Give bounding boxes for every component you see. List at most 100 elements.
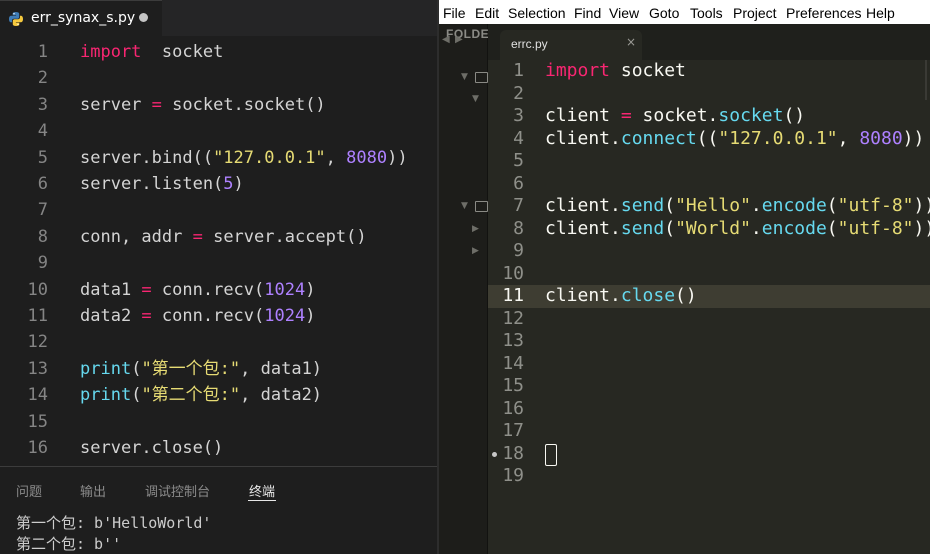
active-tab-underline (248, 500, 276, 501)
sublime-editor-tab[interactable]: errc.py × (500, 30, 642, 60)
code-line[interactable]: 11 client.close() (488, 285, 930, 308)
vscode-code-editor[interactable]: 1 import socket 2 3 server = socket.socket()… (0, 36, 437, 466)
line-number: 13 (27, 358, 48, 379)
code-line[interactable]: 1 import socket (0, 39, 437, 65)
code-line[interactable]: 12 (488, 308, 930, 331)
expand-triangle-icon[interactable]: ▼ (461, 201, 468, 211)
code-line[interactable]: 6 (488, 173, 930, 196)
panel-tab-terminal[interactable]: 终端 (249, 481, 275, 500)
code-line[interactable]: 16 server.close() (0, 435, 437, 461)
code-token: )) (913, 217, 930, 239)
vscode-tab-bar: err_synax_s.py (0, 0, 437, 36)
nav-right-icon[interactable]: ▶ (455, 34, 463, 45)
sublime-tab-filename: errc.py (511, 37, 548, 51)
menu-project[interactable]: Project (733, 5, 777, 21)
terminal-output-line: 第二个包: b'' (16, 535, 122, 553)
menu-selection[interactable]: Selection (508, 5, 566, 21)
code-line[interactable]: 15 (0, 409, 437, 435)
line-number: 12 (502, 307, 524, 329)
code-token: import (545, 60, 611, 81)
code-line[interactable]: 1 import socket (488, 60, 930, 83)
code-line[interactable]: 7 (0, 197, 437, 223)
expand-triangle-icon[interactable]: ▼ (472, 94, 479, 104)
code-token: client (545, 105, 621, 126)
code-token: 1024 (264, 306, 306, 326)
code-line[interactable]: 10 data1 = conn.recv(1024) (0, 277, 437, 303)
menu-file[interactable]: File (443, 5, 466, 21)
code-line[interactable]: 11 data2 = conn.recv(1024) (0, 303, 437, 329)
code-token: )) (913, 195, 930, 216)
code-text: print("第二个包:", data2) (80, 382, 322, 408)
code-line[interactable]: 5 server.bind(("127.0.0.1", 8080)) (0, 145, 437, 171)
code-line[interactable]: 4 (0, 118, 437, 144)
code-line[interactable]: 3 server = socket.socket() (0, 92, 437, 118)
code-line[interactable]: 17 (488, 420, 930, 443)
vscode-editor-tab[interactable]: err_synax_s.py (0, 0, 162, 36)
code-token: ( (826, 217, 838, 239)
code-line[interactable]: 4 client.connect(("127.0.0.1", 8080)) (488, 128, 930, 151)
code-token: "第二个包:" (141, 385, 241, 406)
code-line[interactable]: 6 server.listen(5) (0, 171, 437, 197)
code-line[interactable]: 8 conn, addr = server.accept() (0, 224, 437, 250)
menu-find[interactable]: Find (574, 5, 601, 21)
vscode-window: err_synax_s.py 1 import socket 2 3 server = … (0, 0, 437, 554)
code-line[interactable]: 9 (488, 240, 930, 263)
line-number: 3 (513, 105, 524, 126)
code-text: data1 = conn.recv(1024) (80, 277, 315, 303)
menu-tools[interactable]: Tools (690, 5, 723, 21)
line-number: 17 (502, 420, 524, 441)
nav-left-icon[interactable]: ◀ (442, 34, 450, 45)
menu-bar: File Edit Selection Find View Goto Tools… (439, 0, 930, 24)
code-text: server.listen(5) (80, 171, 244, 197)
code-token: = (141, 279, 152, 300)
line-number: 15 (27, 411, 48, 432)
menu-view[interactable]: View (609, 5, 639, 21)
folder-icon[interactable] (475, 201, 488, 212)
panel-tab-debug-console[interactable]: 调试控制台 (145, 481, 210, 500)
panel-tab-problems[interactable]: 问题 (16, 481, 42, 500)
code-token: ( (826, 195, 838, 216)
code-line[interactable]: 13 print("第一个包:", data1) (0, 356, 437, 382)
code-line[interactable]: 8client.send("World".encode("utf-8")) (488, 218, 930, 241)
code-token: = (151, 94, 162, 115)
menu-help[interactable]: Help (866, 5, 895, 21)
code-token: . (750, 195, 762, 216)
code-token: , (837, 127, 860, 149)
code-line[interactable]: 3 client = socket.socket() (488, 105, 930, 128)
unsaved-dot-icon[interactable] (139, 13, 148, 22)
line-number: 1 (37, 42, 48, 62)
close-icon[interactable]: × (626, 35, 636, 49)
menu-edit[interactable]: Edit (475, 5, 499, 21)
minimap-scroll-indicator[interactable] (925, 60, 927, 100)
sublime-code-editor[interactable]: 1 import socket 2 3 client = socket.socket()… (488, 60, 930, 554)
sublime-window: File Edit Selection Find View Goto Tools… (439, 0, 930, 554)
menu-goto[interactable]: Goto (649, 5, 679, 21)
code-line[interactable]: 15 (488, 375, 930, 398)
code-token: encode (761, 217, 827, 239)
collapse-triangle-icon[interactable]: ▶ (472, 246, 479, 256)
code-line[interactable]: 19 (488, 465, 930, 488)
code-line[interactable]: 12 (0, 329, 437, 355)
code-line[interactable]: 10 (488, 263, 930, 286)
folder-icon[interactable] (475, 72, 488, 83)
code-token: client. (545, 285, 621, 306)
code-line[interactable]: 2 (0, 65, 437, 91)
code-line[interactable]: 16 (488, 398, 930, 421)
code-line[interactable]: 5 (488, 150, 930, 173)
code-line[interactable]: 14 (488, 353, 930, 376)
code-token: print (80, 358, 132, 379)
code-token: encode (761, 195, 827, 216)
code-line[interactable]: 14 print("第二个包:", data2) (0, 382, 437, 408)
code-line[interactable]: 7client.send("Hello".encode("utf-8")) (488, 195, 930, 218)
menu-preferences[interactable]: Preferences (786, 5, 861, 21)
code-token: = (141, 306, 152, 326)
code-line[interactable]: 9 (0, 250, 437, 276)
expand-triangle-icon[interactable]: ▼ (461, 72, 468, 82)
code-line[interactable]: 13 (488, 330, 930, 353)
panel-tab-output[interactable]: 输出 (80, 481, 106, 500)
collapse-triangle-icon[interactable]: ▶ (472, 224, 479, 234)
code-line[interactable]: 2 (488, 83, 930, 106)
line-number: 16 (27, 438, 48, 458)
line-number: 12 (27, 332, 48, 353)
code-line[interactable]: 18 (488, 443, 930, 466)
